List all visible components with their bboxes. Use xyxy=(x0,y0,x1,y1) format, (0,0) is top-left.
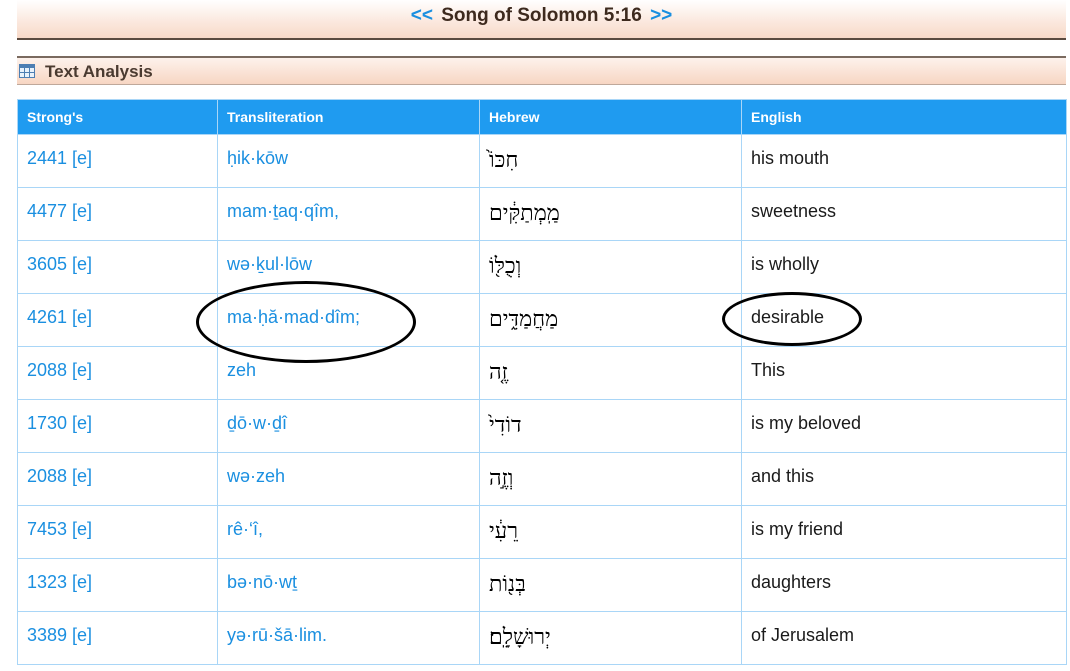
english-gloss: his mouth xyxy=(751,148,830,168)
strongs-link[interactable]: 3605 [e] xyxy=(27,241,208,275)
hebrew-word: דוֹדִי֙ xyxy=(489,413,522,438)
table-header-row: Strong's Transliteration Hebrew English xyxy=(17,99,1067,135)
hebrew-word: מַחֲמַדִּ֑ים xyxy=(489,307,559,332)
table-row: 2088 [e] zeh זֶ֤ה This xyxy=(17,346,1067,400)
transliteration-link[interactable]: yə·rū·šā·lim. xyxy=(227,612,470,646)
strongs-link[interactable]: 7453 [e] xyxy=(27,506,208,540)
table-row: 7453 [e] rê·‘î, רֵעִ֔י is my friend xyxy=(17,505,1067,559)
strongs-link[interactable]: 1730 [e] xyxy=(27,400,208,434)
transliteration-link[interactable]: bə·nō·wṯ xyxy=(227,559,470,593)
transliteration-link[interactable]: wə·zeh xyxy=(227,453,470,487)
hebrew-word: וְזֶ֣ה xyxy=(489,466,514,491)
section-header: Text Analysis xyxy=(17,56,1066,85)
transliteration-link[interactable]: rê·‘î, xyxy=(227,506,470,540)
hebrew-word: בְּנ֖וֹת xyxy=(489,572,526,597)
transliteration-link[interactable]: ma·ḥă·mad·dîm; xyxy=(227,294,470,328)
transliteration-link[interactable]: ḏō·w·ḏî xyxy=(227,400,470,434)
verse-title: Song of Solomon 5:16 xyxy=(441,5,642,26)
transliteration-link[interactable]: mam·ṯaq·qîm, xyxy=(227,188,470,222)
english-gloss: sweetness xyxy=(751,201,837,221)
transliteration-link[interactable]: wə·ḵul·lōw xyxy=(227,241,470,275)
table-row: 3605 [e] wə·ḵul·lōw וְכֻלּ֖וֹ is wholly xyxy=(17,240,1067,294)
hebrew-word: מַֽמְתַקִּ֔ים xyxy=(489,201,560,226)
english-gloss: This xyxy=(751,360,786,380)
table-row: 4477 [e] mam·ṯaq·qîm, מַֽמְתַקִּ֔ים swee… xyxy=(17,187,1067,241)
strongs-link[interactable]: 2088 [e] xyxy=(27,453,208,487)
strongs-link[interactable]: 1323 [e] xyxy=(27,559,208,593)
transliteration-link[interactable]: zeh xyxy=(227,347,470,381)
hebrew-word: רֵעִ֔י xyxy=(489,519,519,544)
column-header-strongs: Strong's xyxy=(17,99,218,135)
hebrew-word: וְכֻלּ֖וֹ xyxy=(489,254,522,279)
english-gloss: is my friend xyxy=(751,519,844,539)
table-row: 4261 [e] ma·ḥă·mad·dîm; מַחֲמַדִּ֑ים des… xyxy=(17,293,1067,347)
english-gloss: is wholly xyxy=(751,254,820,274)
next-verse-link[interactable]: >> xyxy=(650,5,672,26)
hebrew-word: חִכּוֹ֙ xyxy=(489,148,519,173)
strongs-link[interactable]: 3389 [e] xyxy=(27,612,208,646)
column-header-transliteration: Transliteration xyxy=(217,99,480,135)
table-row: 1730 [e] ḏō·w·ḏî דוֹדִי֙ is my beloved xyxy=(17,399,1067,453)
prev-verse-link[interactable]: << xyxy=(411,5,433,26)
table-row: 2088 [e] wə·zeh וְזֶ֣ה and this xyxy=(17,452,1067,506)
column-header-hebrew: Hebrew xyxy=(479,99,742,135)
strongs-link[interactable]: 4261 [e] xyxy=(27,294,208,328)
table-row: 1323 [e] bə·nō·wṯ בְּנ֖וֹת daughters xyxy=(17,558,1067,612)
strongs-link[interactable]: 4477 [e] xyxy=(27,188,208,222)
table-icon xyxy=(19,64,35,78)
english-gloss: is my beloved xyxy=(751,413,862,433)
english-gloss: daughters xyxy=(751,572,832,592)
english-gloss: and this xyxy=(751,466,815,486)
english-gloss: of Jerusalem xyxy=(751,625,855,645)
verse-navigation-bar: << Song of Solomon 5:16 >> xyxy=(17,0,1066,40)
section-title: Text Analysis xyxy=(45,62,153,81)
english-gloss: desirable xyxy=(751,307,825,327)
table-row: 3389 [e] yə·rū·šā·lim. יְרוּשָׁלִָֽם׃ of… xyxy=(17,611,1067,665)
hebrew-word: יְרוּשָׁלִָֽם׃ xyxy=(489,625,551,650)
strongs-link[interactable]: 2088 [e] xyxy=(27,347,208,381)
column-header-english: English xyxy=(741,99,1067,135)
strongs-link[interactable]: 2441 [e] xyxy=(27,135,208,169)
hebrew-word: זֶ֤ה xyxy=(489,360,508,385)
text-analysis-table: Strong's Transliteration Hebrew English … xyxy=(17,99,1067,665)
transliteration-link[interactable]: ḥik·kōw xyxy=(227,135,470,169)
table-row: 2441 [e] ḥik·kōw חִכּוֹ֙ his mouth xyxy=(17,134,1067,188)
